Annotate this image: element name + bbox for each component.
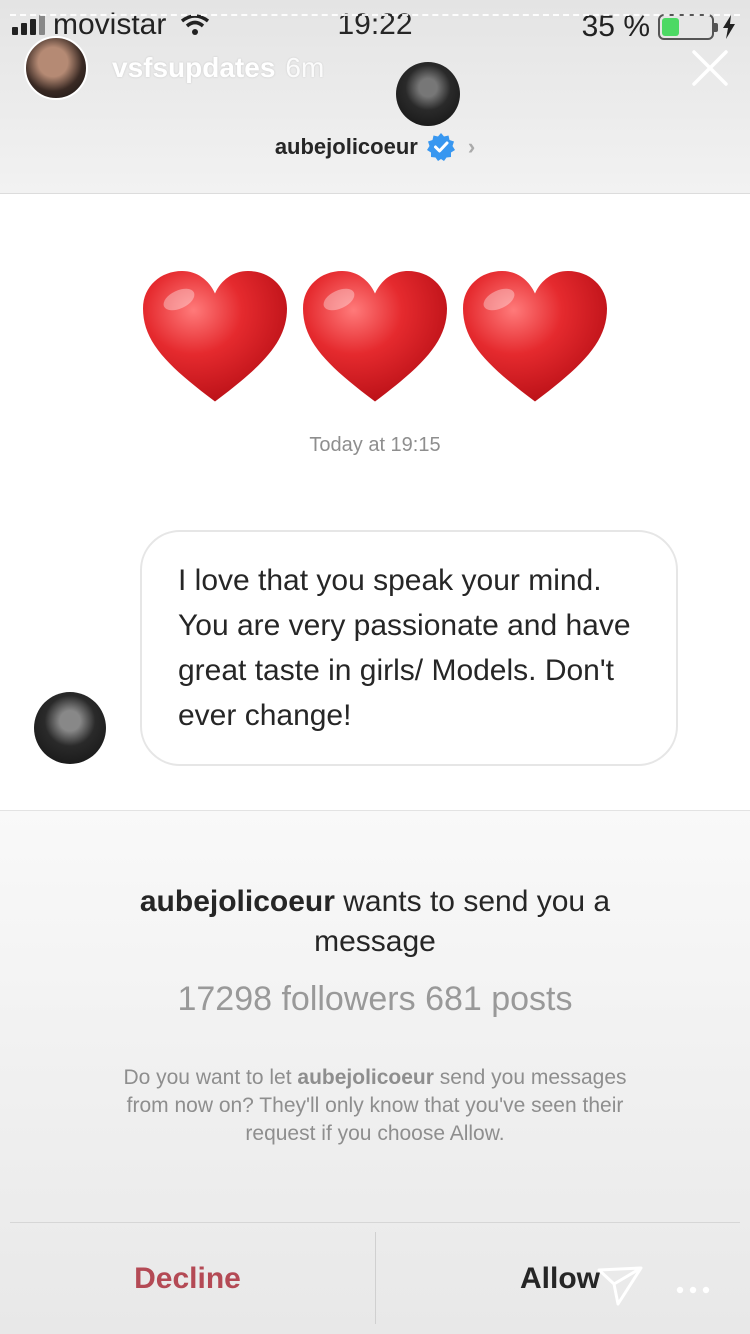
close-icon[interactable] [692, 50, 728, 86]
charging-icon [723, 15, 735, 39]
story-user-info[interactable]: vsfsupdates 6m [112, 52, 324, 84]
request-username: aubejolicoeur [139, 885, 335, 918]
request-desc-prefix: Do you want to let [123, 1066, 292, 1089]
heart-icon [143, 271, 287, 402]
story-avatar[interactable] [24, 36, 88, 100]
profile-avatar[interactable] [396, 62, 460, 126]
chevron-right-icon: › [467, 134, 476, 159]
hearts-message [140, 262, 610, 422]
send-icon[interactable] [596, 1264, 644, 1308]
allow-button[interactable]: Allow [376, 1244, 750, 1314]
request-title-text: wants to send you a message [314, 885, 611, 958]
request-desc-username: aubejolicoeur [297, 1066, 434, 1089]
decline-button[interactable]: Decline [0, 1244, 375, 1314]
more-icon[interactable] [676, 1286, 710, 1294]
profile-name-row[interactable]: aubejolicoeur › [0, 132, 750, 162]
story-age: 6m [285, 52, 325, 83]
story-username: vsfsupdates [112, 52, 276, 83]
heart-icon [303, 271, 447, 402]
story-progress-bar [10, 14, 740, 18]
message-timestamp: Today at 19:15 [309, 434, 441, 456]
request-title: aubejolicoeur wants to send you a messag… [90, 882, 660, 962]
sender-avatar[interactable] [34, 692, 106, 764]
profile-username: aubejolicoeur [274, 134, 418, 159]
heart-icon [463, 271, 607, 402]
message-bubble: I love that you speak your mind. You are… [140, 530, 678, 766]
verified-icon [426, 133, 455, 161]
actions-divider [10, 1222, 740, 1223]
request-stats: 17298 followers 681 posts [177, 980, 573, 1018]
request-description: Do you want to let aubejolicoeur send yo… [100, 1064, 650, 1148]
